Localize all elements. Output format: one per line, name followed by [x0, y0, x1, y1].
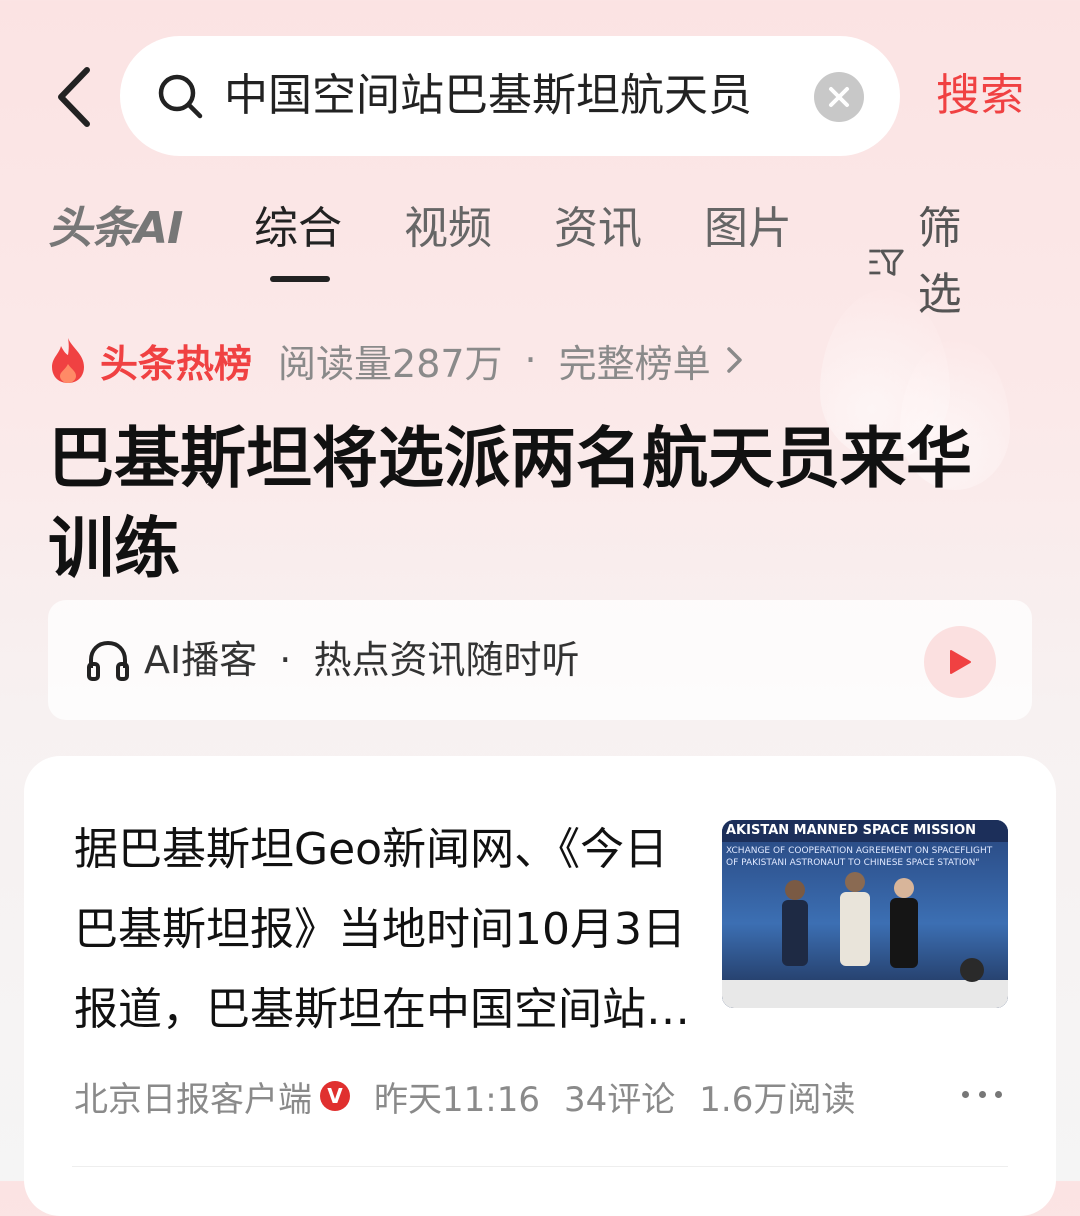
tab-images[interactable]: 图片 [704, 196, 792, 262]
tab-overall[interactable]: 综合 [254, 196, 342, 262]
tab-toutiao-ai[interactable]: 头条AI [48, 196, 183, 262]
close-icon [829, 87, 849, 107]
more-options-button[interactable] [962, 1082, 1002, 1106]
article-meta: 北京日报客户端 V 昨天11:16 34评论 1.6万阅读 [74, 1066, 879, 1126]
filter-icon [869, 249, 904, 276]
article-reads: 1.6万阅读 [699, 1079, 856, 1120]
hot-list-title: 头条热榜 [100, 341, 253, 386]
chevron-right-icon [726, 347, 742, 373]
more-dot-icon [962, 1090, 969, 1098]
verified-badge-icon: V [320, 1081, 350, 1111]
thumbnail-banner-title: AKISTAN MANNED SPACE MISSION [726, 823, 977, 838]
headline-title[interactable]: 巴基斯坦将选派两名航天员来华训练 [48, 414, 1008, 594]
play-icon [950, 650, 971, 674]
tab-news[interactable]: 资讯 [554, 196, 642, 262]
podcast-label: AI播客 [144, 638, 258, 682]
clear-search-button[interactable] [814, 72, 864, 122]
podcast-separator: · [279, 638, 292, 682]
hot-list-separator: · [524, 338, 537, 382]
play-button[interactable] [924, 626, 996, 698]
active-tab-indicator [270, 276, 330, 282]
full-list-link[interactable]: 完整榜单 [559, 333, 711, 388]
headphones-icon [87, 640, 129, 681]
article-thumbnail[interactable]: AKISTAN MANNED SPACE MISSION XCHANGE OF … [722, 820, 1008, 1008]
chevron-left-icon [58, 67, 90, 127]
more-dot-icon [995, 1090, 1002, 1098]
more-dot-icon [978, 1090, 986, 1098]
search-icon [158, 74, 203, 119]
ai-podcast-bar[interactable]: AI播客 · 热点资讯随时听 [48, 600, 1032, 720]
search-query-text[interactable]: 中国空间站巴基斯坦航天员 [224, 66, 752, 126]
search-input[interactable]: 中国空间站巴基斯坦航天员 [120, 36, 900, 156]
search-button[interactable]: 搜索 [936, 66, 1024, 126]
filter-label: 筛选 [917, 203, 962, 320]
filter-button[interactable]: 筛选 [868, 196, 978, 328]
article-comments: 34评论 [563, 1079, 676, 1120]
back-button[interactable] [48, 62, 98, 132]
hot-list-row[interactable]: 头条热榜 阅读量287万 · 完整榜单 [48, 332, 745, 388]
tab-video[interactable]: 视频 [404, 196, 492, 262]
thumbnail-banner-line: XCHANGE OF COOPERATION AGREEMENT ON SPAC… [726, 846, 993, 856]
divider [72, 1166, 1008, 1167]
article-summary[interactable]: 据巴基斯坦Geo新闻网、《今日巴基斯坦报》当地时间10月3日报道，巴基斯坦在中国… [74, 810, 694, 1050]
fire-icon [52, 338, 84, 383]
article-card[interactable]: 据巴基斯坦Geo新闻网、《今日巴基斯坦报》当地时间10月3日报道，巴基斯坦在中国… [24, 756, 1056, 1216]
article-source[interactable]: 北京日报客户端 [74, 1072, 312, 1121]
thumbnail-banner-line: OF PAKISTANI ASTRONAUT TO CHINESE SPACE … [726, 858, 980, 868]
podcast-text: AI播客 · 热点资讯随时听 [144, 630, 580, 690]
hot-list-reads: 阅读量287万 [278, 341, 503, 386]
article-time: 昨天11:16 [374, 1079, 540, 1120]
podcast-tagline: 热点资讯随时听 [313, 638, 580, 682]
